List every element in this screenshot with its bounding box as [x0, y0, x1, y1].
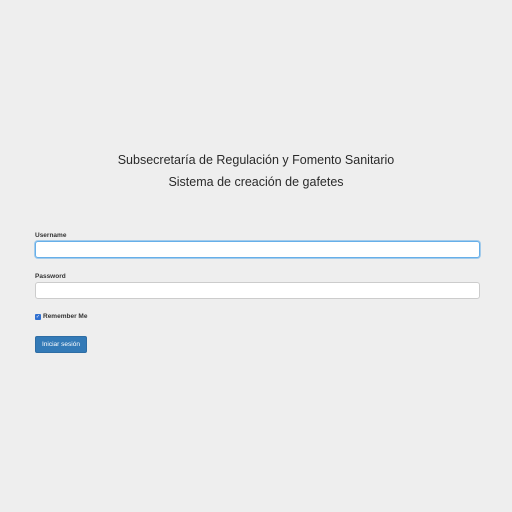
- login-form: Username Password ✓ Remember Me Iniciar …: [35, 232, 480, 353]
- username-group: Username: [35, 232, 480, 258]
- remember-me-label[interactable]: Remember Me: [43, 313, 87, 321]
- username-label: Username: [35, 232, 67, 239]
- password-input[interactable]: [35, 282, 480, 299]
- login-submit-button[interactable]: Iniciar sesión: [35, 336, 87, 353]
- login-page: Subsecretaría de Regulación y Fomento Sa…: [0, 0, 512, 512]
- password-label: Password: [35, 273, 66, 280]
- password-group: Password: [35, 273, 480, 299]
- remember-me-row: ✓ Remember Me: [35, 312, 480, 322]
- organization-title: Subsecretaría de Regulación y Fomento Sa…: [117, 153, 395, 167]
- username-input[interactable]: [35, 241, 480, 258]
- system-title: Sistema de creación de gafetes: [168, 175, 344, 189]
- remember-me-checkbox[interactable]: ✓: [35, 314, 41, 320]
